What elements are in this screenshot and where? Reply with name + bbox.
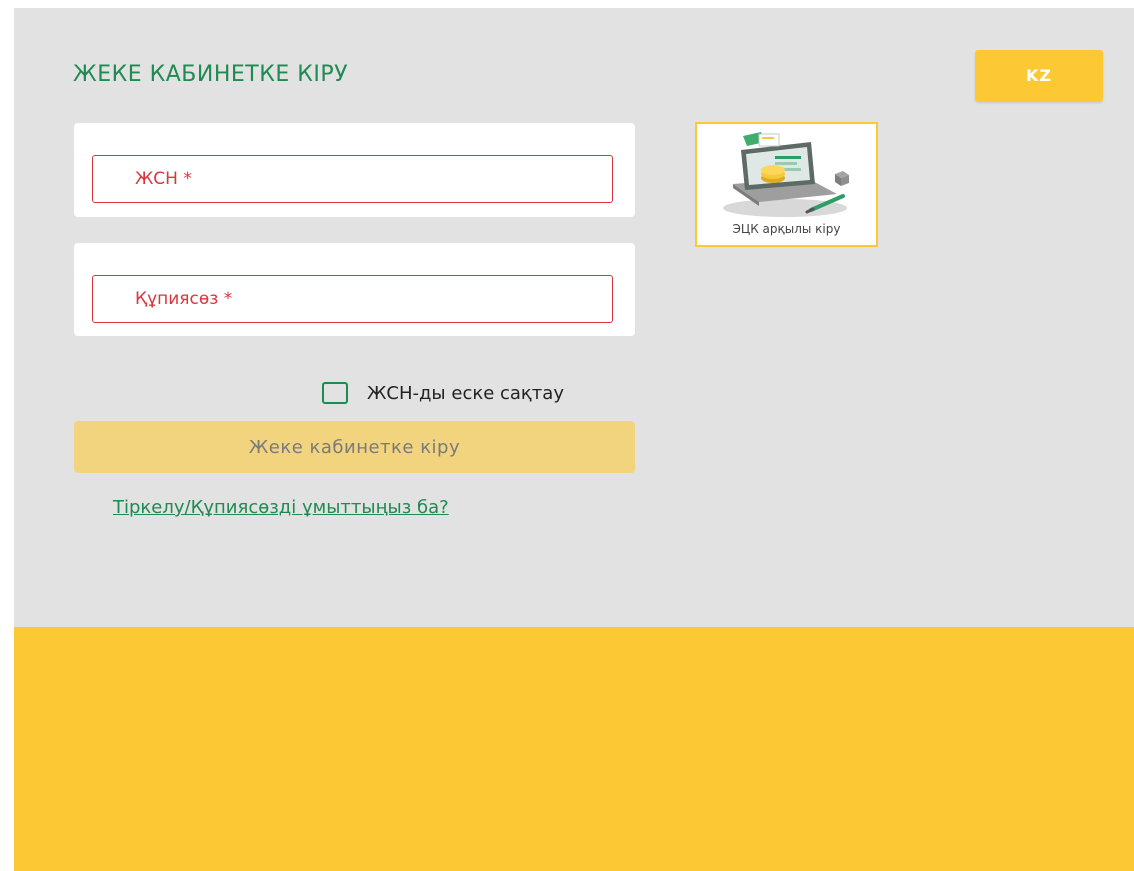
remember-iin-label: ЖСН-ды еске сақтау [367, 382, 564, 404]
page: ЖЕКЕ КАБИНЕТКЕ КІРУ KZ ЖСН * Құпиясөз * [0, 0, 1134, 871]
password-placeholder: Құпиясөз * [135, 289, 233, 309]
iin-field-card: ЖСН * [74, 123, 635, 217]
login-submit-button[interactable]: Жеке кабинетке кіру [74, 421, 635, 473]
language-button[interactable]: KZ [975, 50, 1103, 101]
footer-band [14, 627, 1134, 871]
ecp-login-button[interactable]: ЭЦК арқылы кіру [695, 122, 878, 247]
computer-ecp-icon [723, 132, 849, 217]
page-title: ЖЕКЕ КАБИНЕТКЕ КІРУ [73, 62, 349, 87]
password-field-card: Құпиясөз * [74, 243, 635, 336]
remember-iin[interactable]: ЖСН-ды еске сақтау [322, 382, 564, 404]
iin-placeholder: ЖСН * [135, 169, 192, 189]
register-forgot-password-link[interactable]: Тіркелу/Құпиясөзді ұмыттыңыз ба? [113, 497, 449, 518]
password-input[interactable]: Құпиясөз * [92, 275, 613, 323]
ecp-login-label: ЭЦК арқылы кіру [732, 222, 841, 236]
remember-iin-checkbox[interactable] [322, 382, 348, 404]
iin-input[interactable]: ЖСН * [92, 155, 613, 203]
